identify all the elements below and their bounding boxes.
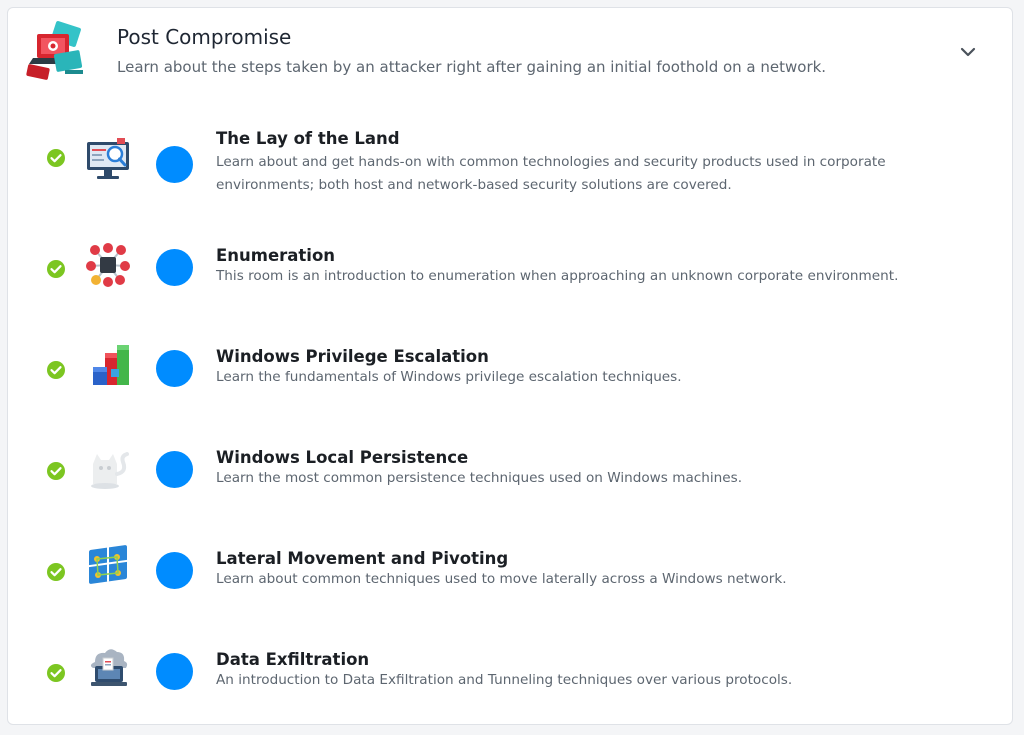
- room-item[interactable]: Lateral Movement and Pivoting Learn abou…: [8, 531, 1012, 621]
- room-description: Learn about common techniques used to mo…: [216, 571, 787, 587]
- room-description: Learn the most common persistence techni…: [216, 470, 743, 486]
- room-item[interactable]: Windows Privilege Escalation Learn the f…: [8, 329, 1012, 419]
- room-title: Data Exfiltration: [216, 650, 370, 669]
- room-description: Learn the fundamentals of Windows privil…: [216, 369, 682, 385]
- stacked-cubes-icon: [93, 345, 129, 385]
- status-dot: [156, 451, 193, 488]
- room-title: Lateral Movement and Pivoting: [216, 549, 509, 568]
- module-header[interactable]: Post Compromise Learn about the steps ta…: [8, 8, 1012, 100]
- status-dot: [156, 146, 193, 183]
- room-title: Windows Local Persistence: [216, 448, 469, 467]
- room-description: This room is an introduction to enumerat…: [216, 268, 899, 284]
- monitor-magnifier-icon: [87, 138, 129, 179]
- room-description: An introduction to Data Exfiltration and…: [216, 672, 793, 688]
- status-dot: [156, 552, 193, 589]
- ghost-cat-icon: [91, 452, 129, 489]
- check-circle-icon: [47, 563, 65, 581]
- red-laptops-icon: [26, 20, 83, 80]
- check-circle-icon: [47, 361, 65, 379]
- chevron-down-icon[interactable]: [957, 41, 979, 63]
- status-dot: [156, 350, 193, 387]
- cloud-server-icon: [90, 649, 128, 686]
- room-item[interactable]: Data Exfiltration An introduction to Dat…: [8, 632, 1012, 722]
- room-item[interactable]: Enumeration This room is an introduction…: [8, 228, 1012, 318]
- room-item[interactable]: Windows Local Persistence Learn the most…: [8, 430, 1012, 520]
- module-description: Learn about the steps taken by an attack…: [117, 58, 827, 76]
- room-title: The Lay of the Land: [216, 129, 400, 148]
- room-item[interactable]: The Lay of the Land Learn about and get …: [8, 111, 1012, 201]
- room-description: Learn about and get hands-on with common…: [216, 154, 886, 193]
- check-circle-icon: [47, 149, 65, 167]
- check-circle-icon: [47, 664, 65, 682]
- module-title: Post Compromise: [117, 25, 292, 49]
- windows-network-icon: [89, 545, 127, 584]
- network-nodes-icon: [86, 243, 130, 287]
- check-circle-icon: [47, 260, 65, 278]
- status-dot: [156, 653, 193, 690]
- check-circle-icon: [47, 462, 65, 480]
- room-title: Enumeration: [216, 246, 336, 265]
- module-card: Post Compromise Learn about the steps ta…: [7, 7, 1013, 725]
- room-title: Windows Privilege Escalation: [216, 347, 489, 366]
- status-dot: [156, 249, 193, 286]
